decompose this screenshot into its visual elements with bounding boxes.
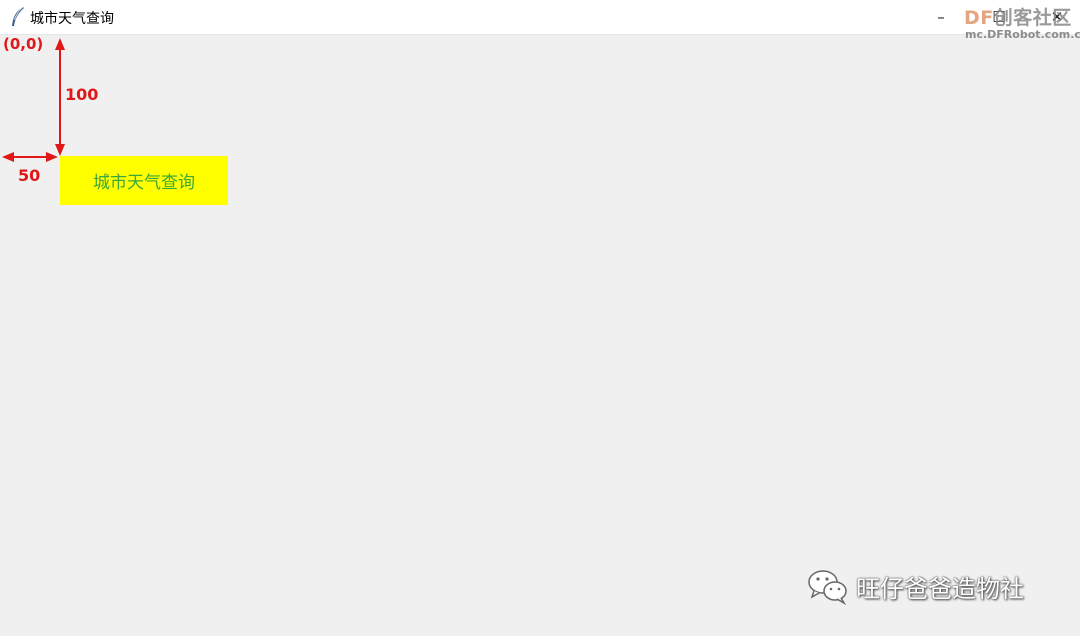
window-title: 城市天气查询 — [30, 11, 114, 27]
watermark: 旺仔爸爸造物社 — [806, 566, 1024, 606]
dfrobot-brand: DF — [964, 7, 994, 29]
minimize-button[interactable]: – — [918, 0, 964, 34]
dfrobot-url: mc.DFRobot.com.cn — [965, 28, 1080, 41]
watermark-text: 旺仔爸爸造物社 — [856, 574, 1024, 603]
title-bar[interactable]: 城市天气查询 – ☐ ✕ — [0, 0, 1080, 35]
vertical-arrow — [55, 38, 65, 156]
annotation-arrows — [2, 38, 65, 162]
dfrobot-brand-sub: 创客社区 — [993, 7, 1072, 29]
feather-icon — [10, 6, 26, 28]
x-offset-annotation: 50 — [18, 166, 41, 185]
origin-annotation: (0,0) — [3, 35, 44, 53]
y-offset-annotation: 100 — [65, 85, 99, 104]
dfrobot-logo: DF创客社区 — [964, 3, 1072, 30]
minimize-icon: – — [937, 8, 945, 26]
horizontal-arrow — [2, 152, 58, 162]
city-weather-label: 城市天气查询 — [60, 156, 228, 205]
tk-window: 城市天气查询 – ☐ ✕ DF创客社区 mc.DFRobot.com.cn 城市… — [0, 0, 1080, 636]
wechat-icon — [808, 570, 847, 606]
